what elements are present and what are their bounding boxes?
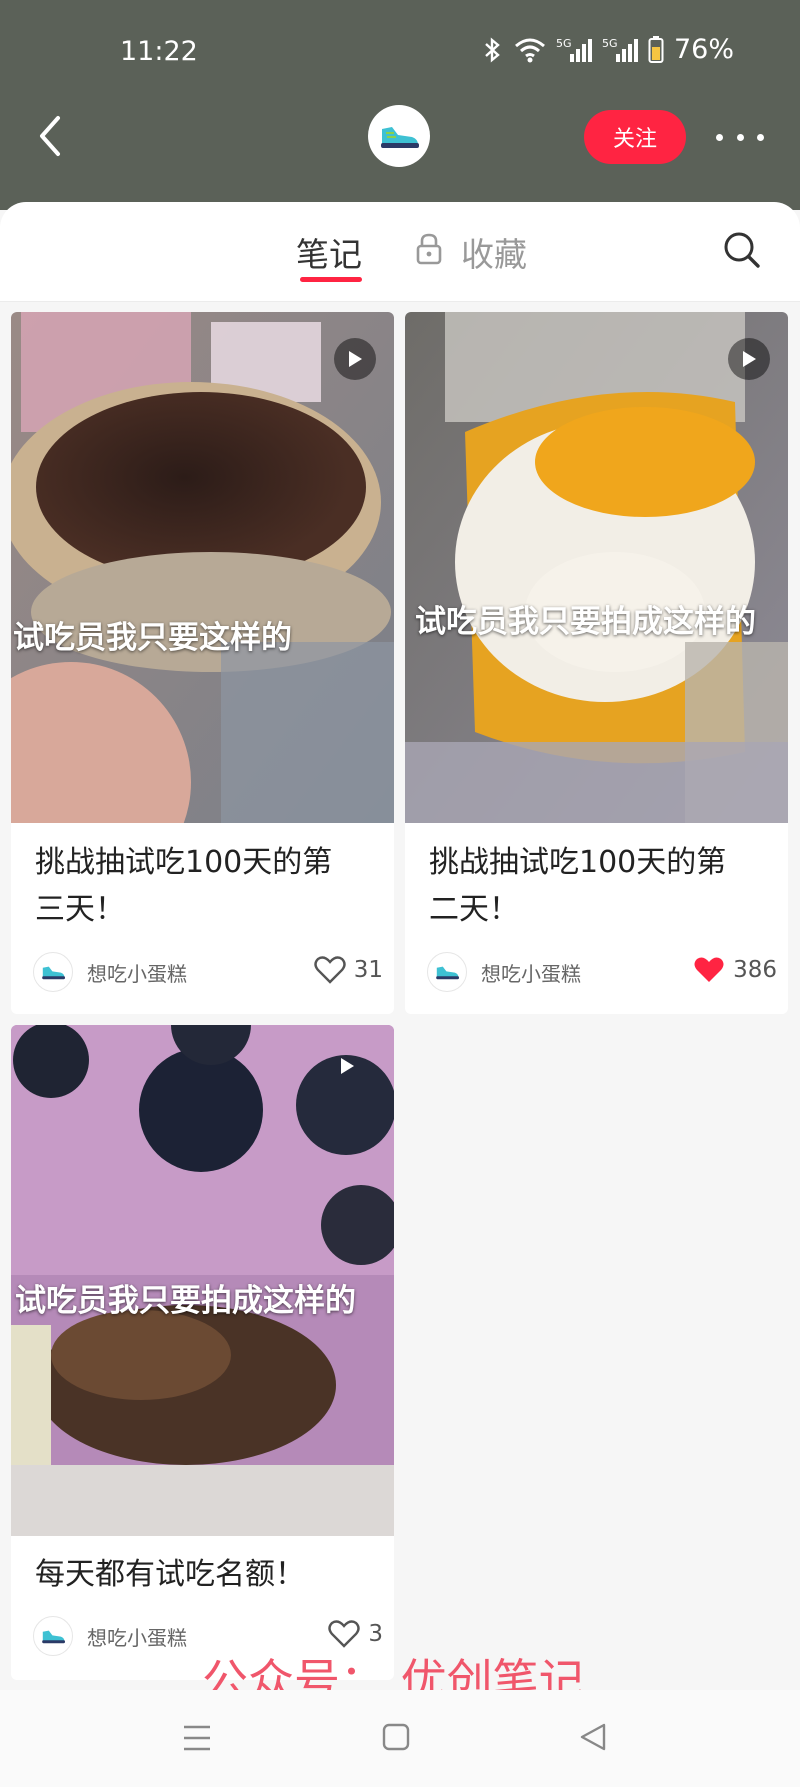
wifi-icon (515, 38, 545, 62)
svg-text:5G: 5G (556, 37, 572, 50)
note-card[interactable]: 试吃员我只要拍成这样的 每天都有试吃名额！ 想吃小蛋糕 3 (11, 1025, 394, 1680)
note-cover-image: 试吃员我只要拍成这样的 (11, 1025, 394, 1536)
tab-notes[interactable]: 笔记 (296, 228, 362, 276)
video-badge (728, 338, 770, 380)
heart-filled-icon (694, 957, 724, 982)
battery-icon (648, 35, 664, 63)
tab-active-indicator (300, 277, 362, 282)
note-title: 挑战抽试吃100天的第 三天！ (35, 845, 333, 927)
sneaker-icon (436, 966, 459, 980)
note-cover-image: 试吃员我只要拍成这样的 (405, 312, 788, 823)
search-button[interactable] (722, 230, 762, 270)
author-row[interactable]: 想吃小蛋糕 31 (33, 952, 383, 992)
bluetooth-icon (485, 36, 500, 63)
cover-caption: 试吃员我只要拍成这样的 (15, 1283, 356, 1319)
author-row[interactable]: 想吃小蛋糕 386 (427, 952, 777, 992)
more-button[interactable] (716, 120, 764, 154)
battery-percent: 76% (673, 34, 734, 65)
video-badge (326, 1045, 368, 1087)
like-button[interactable]: 386 (693, 956, 777, 984)
author-name: 想吃小蛋糕 (481, 961, 581, 986)
author-avatar (427, 952, 467, 992)
cover-caption: 试吃员我只要这样的 (13, 620, 292, 656)
user-avatar[interactable] (368, 105, 430, 167)
signal-5g-icon: 5G (602, 37, 638, 62)
search-icon (724, 232, 760, 268)
system-navigation-bar (0, 1690, 800, 1787)
author-avatar (33, 1616, 73, 1656)
like-count: 3 (368, 1621, 383, 1647)
author-avatar (33, 952, 73, 992)
status-time: 11:22 (120, 36, 198, 67)
like-button[interactable]: 3 (328, 1620, 383, 1648)
square-icon (382, 1723, 410, 1751)
note-title: 挑战抽试吃100天的第 二天！ (429, 845, 727, 927)
tab-favorites[interactable]: 收藏 (461, 228, 527, 276)
play-icon (743, 351, 756, 367)
play-icon (349, 351, 362, 367)
play-icon (341, 1058, 354, 1074)
back-button[interactable] (28, 108, 76, 164)
author-name: 想吃小蛋糕 (87, 1625, 187, 1650)
like-count: 31 (353, 957, 383, 983)
like-count: 386 (733, 957, 777, 983)
triangle-back-icon (580, 1723, 606, 1751)
menu-lines-icon (184, 1725, 210, 1751)
note-cover-image: 试吃员我只要这样的 (11, 312, 394, 823)
chevron-left-icon (40, 116, 60, 156)
like-button[interactable]: 31 (314, 956, 383, 984)
signal-5g-icon: 5G (556, 37, 592, 62)
video-badge (334, 338, 376, 380)
system-back-button[interactable] (578, 1722, 608, 1756)
sneaker-icon (42, 1630, 65, 1644)
cover-caption: 试吃员我只要拍成这样的 (415, 604, 756, 640)
note-card[interactable]: 试吃员我只要拍成这样的 挑战抽试吃100天的第 二天！ 想吃小蛋糕 386 (405, 312, 788, 1014)
sneaker-icon (381, 127, 419, 148)
status-icons: 5G 5G 76% (482, 34, 734, 65)
follow-button[interactable]: 关注 (584, 110, 686, 164)
heart-outline-icon (314, 956, 346, 984)
tab-bar: 笔记 收藏 (0, 202, 800, 302)
svg-text:5G: 5G (602, 37, 618, 50)
profile-header: 11:22 5G 5G 76% 关注 (0, 0, 800, 210)
sneaker-icon (42, 966, 65, 980)
lock-icon (414, 232, 444, 270)
more-dots-icon (716, 133, 723, 141)
recent-apps-button[interactable] (182, 1724, 212, 1756)
note-card[interactable]: 试吃员我只要这样的 挑战抽试吃100天的第 三天！ 想吃小蛋糕 31 (11, 312, 394, 1014)
note-title: 每天都有试吃名额！ (35, 1557, 305, 1592)
home-button[interactable] (381, 1722, 411, 1756)
heart-outline-icon (328, 1620, 361, 1648)
author-name: 想吃小蛋糕 (87, 961, 187, 986)
